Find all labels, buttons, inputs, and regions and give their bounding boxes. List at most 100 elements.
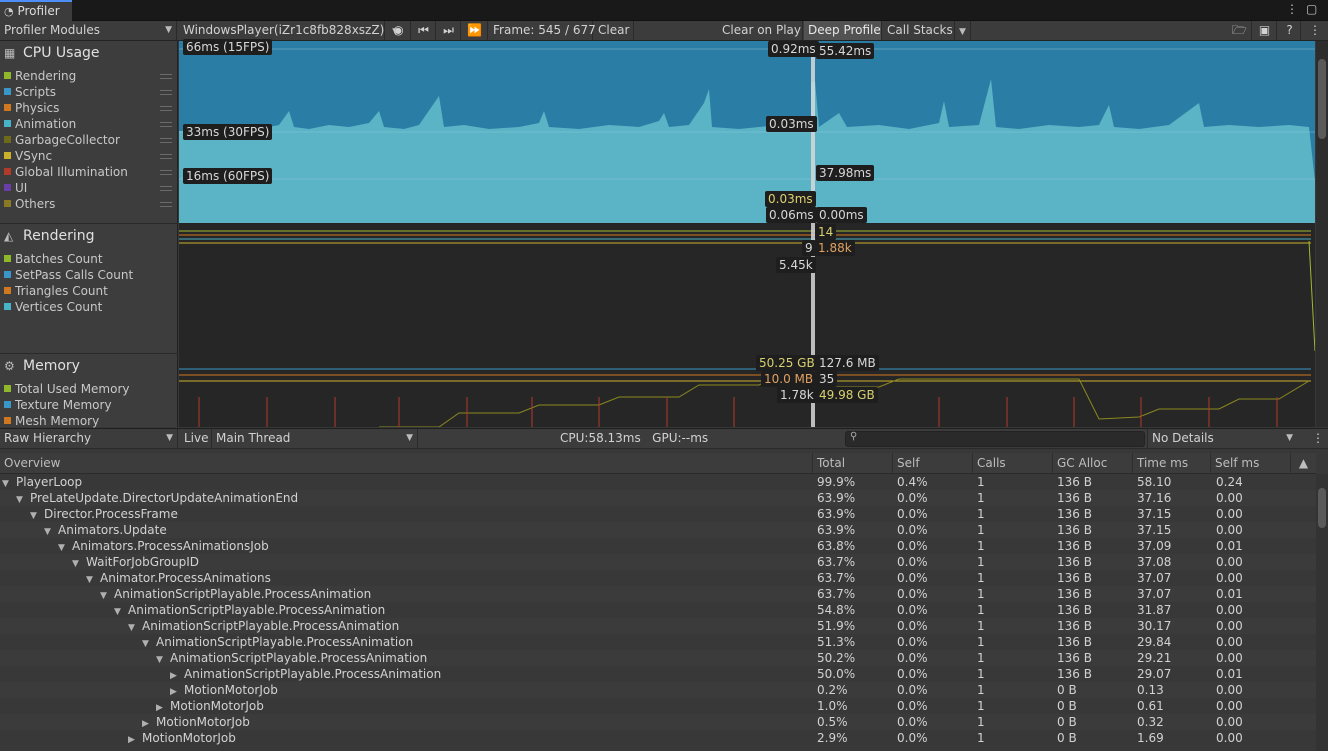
table-row[interactable]: ▶ MotionMotorJob 1.0% 0.0% 1 0 B 0.61 0.00	[0, 698, 1316, 714]
table-row[interactable]: ▼ Animators.Update 63.9% 0.0% 1 136 B 37.15 0.0…	[0, 522, 1316, 538]
legend-label: Batches Count	[15, 252, 103, 266]
row-selfms-cell: 0.00	[1216, 571, 1243, 585]
drag-handle-icon[interactable]	[160, 74, 172, 79]
row-self-cell: 0.0%	[897, 587, 928, 601]
column-warning[interactable]: ▲	[1290, 453, 1316, 474]
view-mode-dropdown[interactable]: Raw Hierarchy ▼	[0, 429, 178, 448]
table-scrollbar[interactable]	[1316, 474, 1328, 751]
drag-handle-icon[interactable]	[160, 186, 172, 191]
legend-item[interactable]: Texture Memory	[4, 397, 112, 413]
legend-item[interactable]: VSync	[4, 148, 52, 164]
table-row[interactable]: ▶ MotionMotorJob 2.9% 0.0% 1 0 B 1.69 0.00	[0, 730, 1316, 746]
row-time-cell: 37.15	[1137, 523, 1172, 537]
row-total-cell: 50.2%	[817, 651, 856, 665]
drag-handle-icon[interactable]	[160, 138, 172, 143]
legend-item[interactable]: Others	[4, 196, 55, 212]
table-scrollbar-thumb[interactable]	[1318, 488, 1326, 528]
call-stacks-dropdown[interactable]: ▼	[955, 21, 971, 40]
memory-module[interactable]: ⚙ Memory Total Used Memory Texture Memory M…	[0, 354, 178, 429]
column-calls[interactable]: Calls	[972, 453, 1052, 474]
table-row[interactable]: ▶ MotionMotorJob 0.5% 0.0% 1 0 B 0.32 0.00	[0, 714, 1316, 730]
table-row[interactable]: ▼ AnimationScriptPlayable.ProcessAnimatio…	[0, 602, 1316, 618]
target-label: WindowsPlayer(iZr1c8fb828xszZ)	[183, 23, 385, 37]
legend-item[interactable]: SetPass Calls Count	[4, 267, 133, 283]
legend-item[interactable]: Global Illumination	[4, 164, 128, 180]
charts-scrollbar[interactable]	[1316, 41, 1328, 427]
charts-area[interactable]: 66ms (15FPS) 33ms (30FPS) 16ms (60FPS) 0…	[179, 39, 1316, 428]
collapsed-arrow-icon[interactable]: ▶	[128, 732, 142, 748]
next-frame-button[interactable]: ⏭	[437, 21, 461, 40]
table-row[interactable]: ▼ Director.ProcessFrame 63.9% 0.0% 1 136 B 37.…	[0, 506, 1316, 522]
drag-handle-icon[interactable]	[160, 90, 172, 95]
table-row[interactable]: ▶ AnimationScriptPlayable.ProcessAnimatio…	[0, 666, 1316, 682]
legend-item[interactable]: GarbageCollector	[4, 132, 120, 148]
drag-handle-icon[interactable]	[160, 122, 172, 127]
row-time-cell: 37.15	[1137, 507, 1172, 521]
row-total-cell: 0.2%	[817, 683, 848, 697]
save-button[interactable]: ▣	[1253, 21, 1277, 40]
column-gc-alloc[interactable]: GC Alloc	[1052, 453, 1132, 474]
legend-item[interactable]: Scripts	[4, 84, 56, 100]
table-row[interactable]: ▼ WaitForJobGroupID 63.7% 0.0% 1 136 B 37.08 0.…	[0, 554, 1316, 570]
clear-button[interactable]: Clear	[594, 21, 634, 40]
rendering-module[interactable]: ◭ Rendering Batches Count SetPass Calls Co…	[0, 224, 178, 354]
legend-item[interactable]: Vertices Count	[4, 299, 102, 315]
profiler-tab[interactable]: ◔ Profiler	[0, 0, 72, 21]
table-row[interactable]: ▼ Animators.ProcessAnimationsJob 63.8% 0.0%…	[0, 538, 1316, 554]
more-options-icon[interactable]: ⋮	[1286, 2, 1298, 16]
column-time-ms[interactable]: Time ms	[1132, 453, 1210, 474]
target-dropdown[interactable]: WindowsPlayer(iZr1c8fb828xszZ) ▼	[179, 21, 399, 40]
drag-handle-icon[interactable]	[160, 154, 172, 159]
table-row[interactable]: ▼ AnimationScriptPlayable.ProcessAnimatio…	[0, 586, 1316, 602]
column-overview[interactable]: Overview	[0, 453, 812, 474]
legend-item[interactable]: Rendering	[4, 68, 76, 84]
call-stacks-button[interactable]: Call Stacks	[883, 21, 955, 40]
guide-label-33ms: 33ms (30FPS)	[183, 124, 273, 140]
table-row[interactable]: ▼ AnimationScriptPlayable.ProcessAnimatio…	[0, 634, 1316, 650]
legend-item[interactable]: UI	[4, 180, 27, 196]
live-toggle[interactable]: Live	[180, 429, 212, 448]
thread-dropdown[interactable]: Main Thread ▼	[212, 429, 418, 448]
table-row[interactable]: ▼ AnimationScriptPlayable.ProcessAnimatio…	[0, 650, 1316, 666]
legend-item[interactable]: Mesh Memory	[4, 413, 99, 429]
fast-forward-icon: ⏩	[467, 23, 482, 37]
column-self[interactable]: Self	[892, 453, 972, 474]
column-self-ms[interactable]: Self ms	[1210, 453, 1290, 474]
drag-handle-icon[interactable]	[160, 170, 172, 175]
chevron-down-icon: ▼	[165, 25, 172, 35]
legend-item[interactable]: Batches Count	[4, 251, 103, 267]
details-mode-dropdown[interactable]: No Details ▼	[1147, 429, 1297, 448]
legend-label: Animation	[15, 117, 77, 131]
deep-profile-button[interactable]: Deep Profile	[804, 21, 882, 40]
legend-item[interactable]: Triangles Count	[4, 283, 108, 299]
load-button[interactable]: 🗁	[1228, 21, 1252, 40]
legend-item[interactable]: Physics	[4, 100, 59, 116]
column-total[interactable]: Total	[812, 453, 892, 474]
guide-label-66ms: 66ms (15FPS)	[183, 39, 273, 55]
table-row[interactable]: ▼ PlayerLoop 99.9% 0.4% 1 136 B 58.10 0.24	[0, 474, 1316, 490]
drag-handle-icon[interactable]	[160, 106, 172, 111]
help-button[interactable]: ?	[1279, 21, 1301, 40]
clear-on-play-button[interactable]: Clear on Play	[718, 21, 803, 40]
record-button[interactable]: ◉	[387, 21, 411, 40]
maximize-icon[interactable]: ▢	[1306, 2, 1318, 16]
toolbar-menu-button[interactable]: ⋮	[1305, 21, 1323, 40]
charts-scrollbar-thumb[interactable]	[1318, 59, 1326, 139]
last-frame-button[interactable]: ⏩	[462, 21, 488, 40]
profiler-icon: ◔	[4, 5, 14, 18]
profiler-modules-dropdown[interactable]: Profiler Modules ▼	[0, 21, 177, 40]
row-time-cell: 29.07	[1137, 667, 1172, 681]
search-field[interactable]: ⚲	[845, 431, 1145, 447]
table-row[interactable]: ▼ PreLateUpdate.DirectorUpdateAnimationEn…	[0, 490, 1316, 506]
legend-swatch	[4, 120, 11, 127]
cpu-module[interactable]: ▦ CPU Usage Rendering Scripts Physics Animat…	[0, 41, 178, 224]
table-row[interactable]: ▼ Animator.ProcessAnimations 63.7% 0.0% 1 136…	[0, 570, 1316, 586]
table-row[interactable]: ▶ MotionMotorJob 0.2% 0.0% 1 0 B 0.13 0.00	[0, 682, 1316, 698]
row-time-cell: 37.07	[1137, 571, 1172, 585]
first-frame-button[interactable]: ⏮	[412, 21, 436, 40]
legend-item[interactable]: Total Used Memory	[4, 381, 130, 397]
details-menu-button[interactable]: ⋮	[1308, 429, 1326, 448]
legend-item[interactable]: Animation	[4, 116, 76, 132]
table-row[interactable]: ▼ AnimationScriptPlayable.ProcessAnimatio…	[0, 618, 1316, 634]
drag-handle-icon[interactable]	[160, 202, 172, 207]
